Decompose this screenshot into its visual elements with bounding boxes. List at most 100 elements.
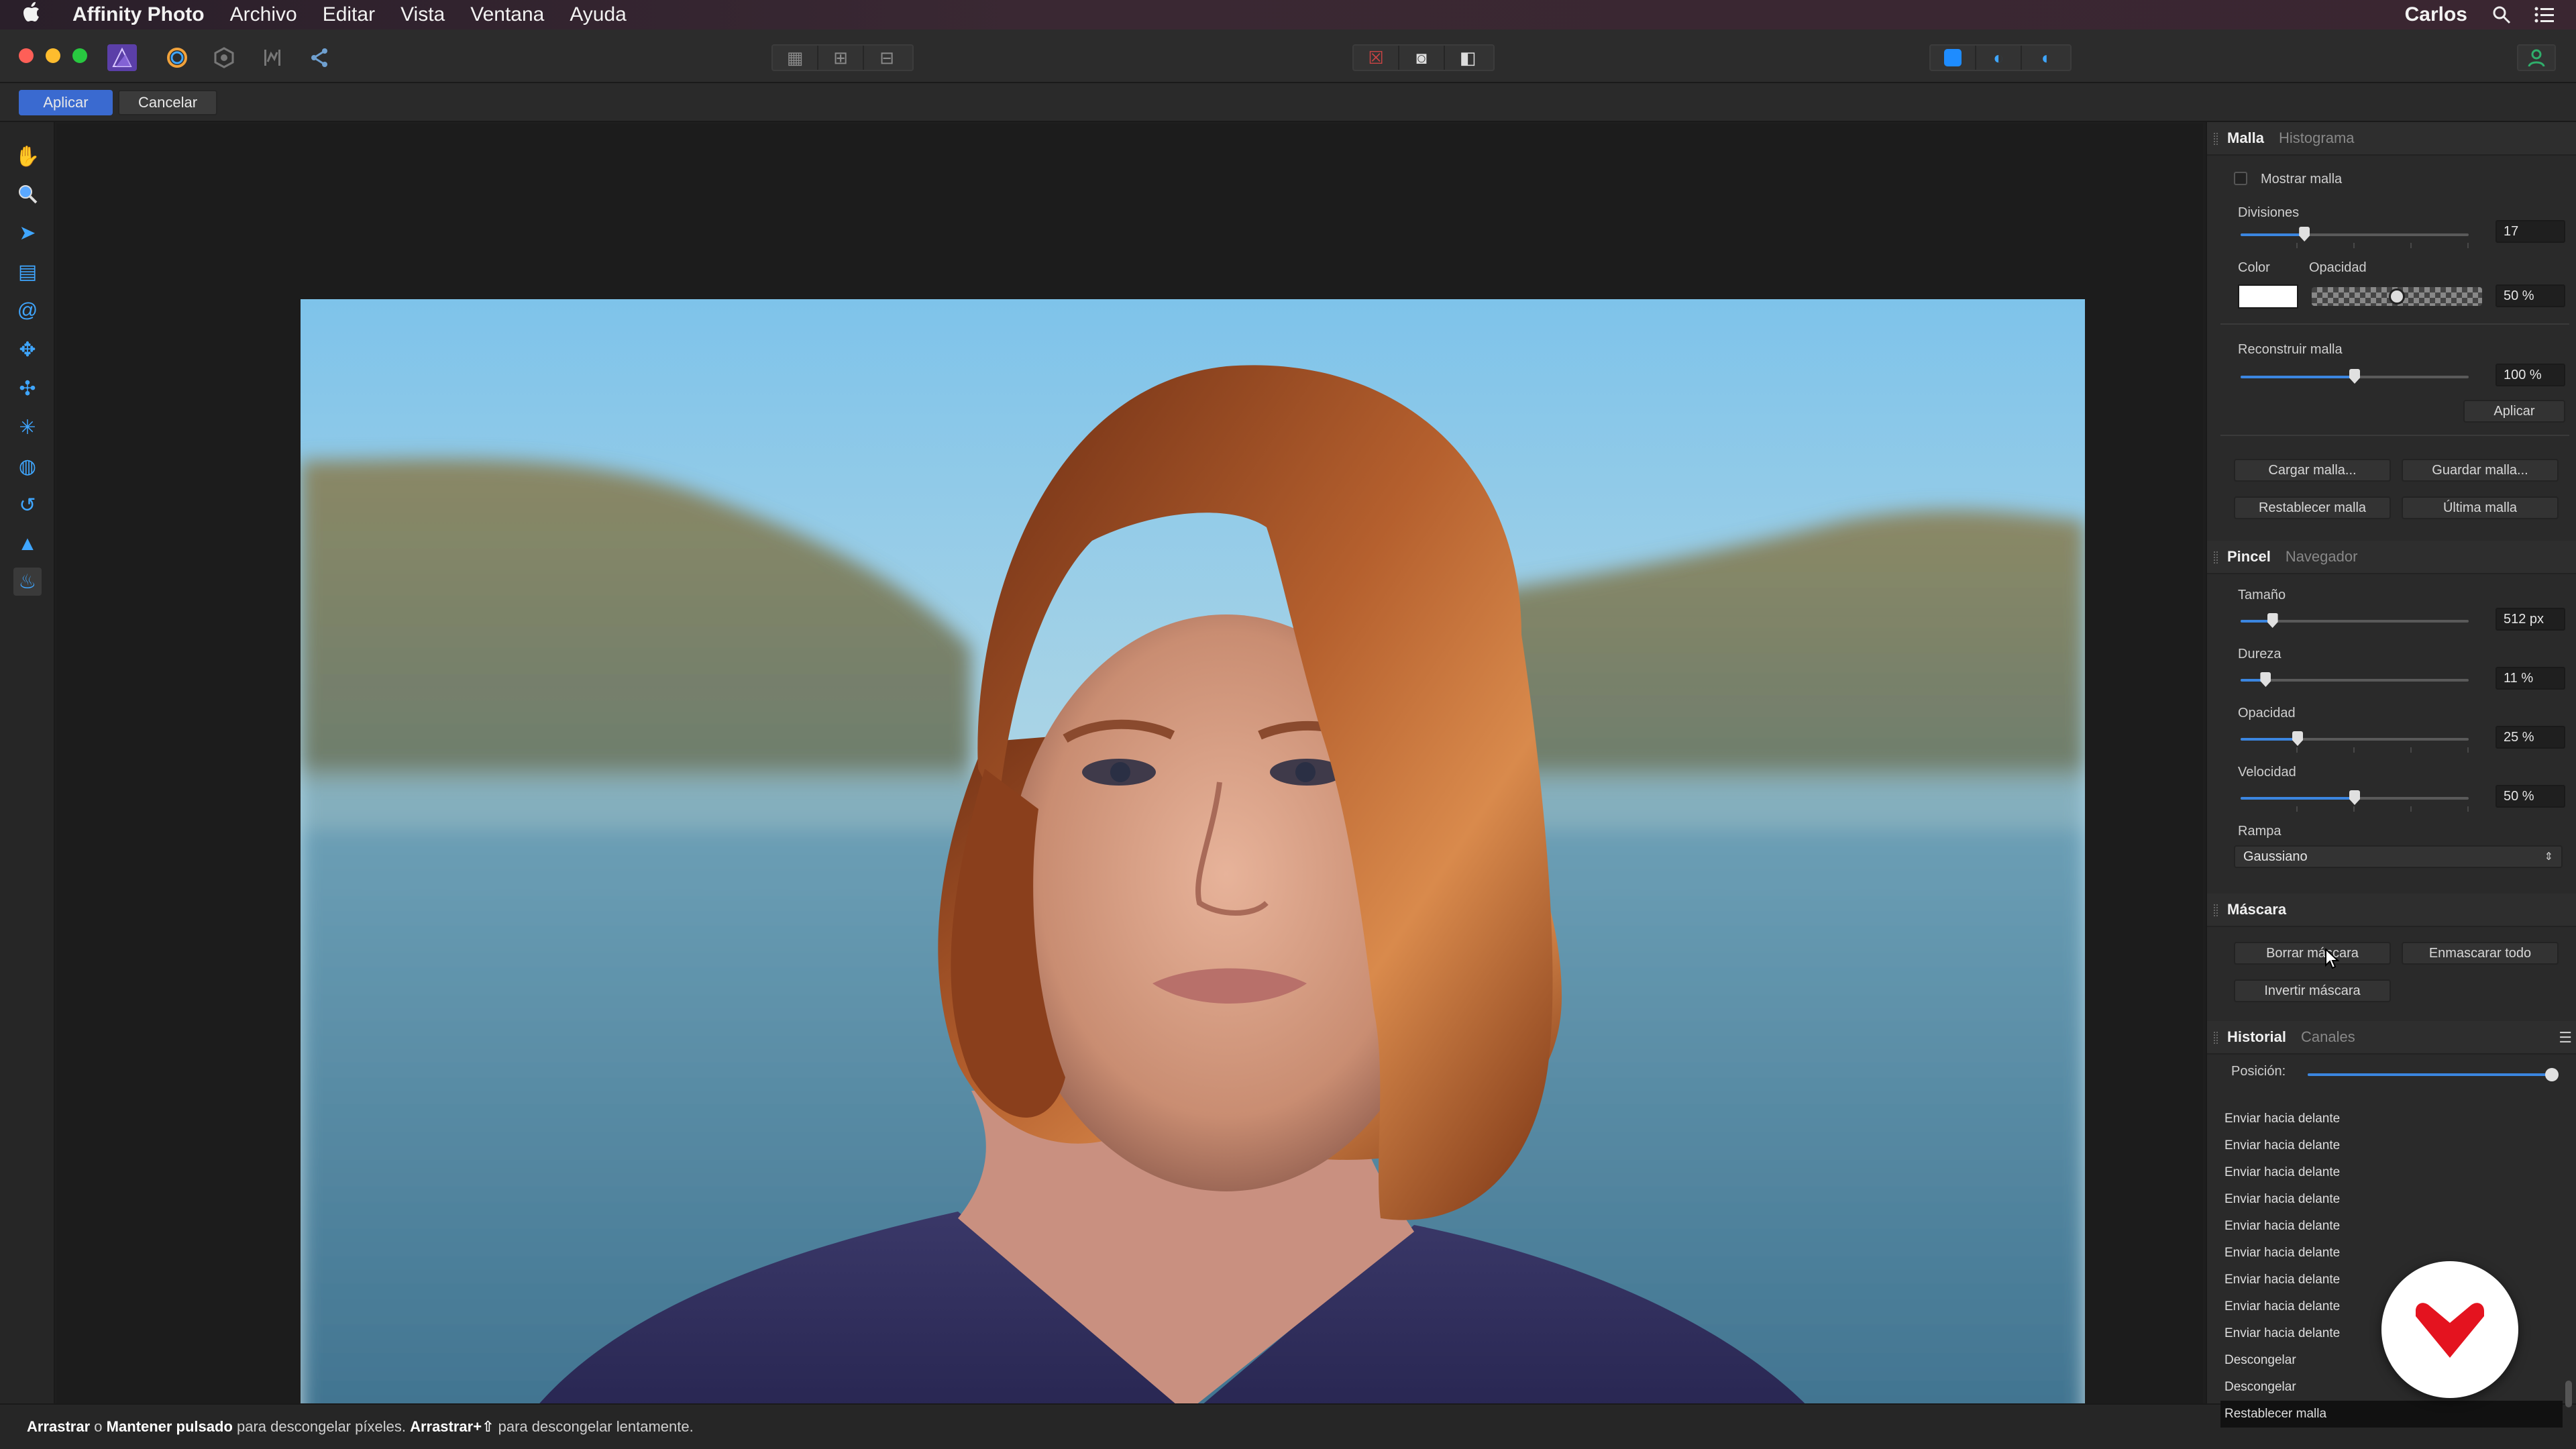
split-view-icon[interactable]: ◐ bbox=[1976, 46, 2022, 70]
canvas-area[interactable] bbox=[56, 123, 2203, 1449]
apple-menu-icon[interactable] bbox=[23, 2, 63, 28]
mirror-view-icon[interactable]: ◖ bbox=[2022, 46, 2068, 70]
quick-mask-icon[interactable]: ◙ bbox=[1399, 46, 1445, 70]
history-item[interactable]: Enviar hacia delante bbox=[2224, 1240, 2560, 1267]
rebuild-apply-button[interactable]: Aplicar bbox=[2463, 400, 2565, 423]
show-mesh-checkbox[interactable] bbox=[2234, 172, 2247, 185]
mesh-color-swatch[interactable] bbox=[2238, 284, 2298, 309]
history-item[interactable]: Enviar hacia delante bbox=[2224, 1106, 2560, 1132]
history-item[interactable]: Enviar hacia delante bbox=[2224, 1159, 2560, 1186]
brush-opacity-slider-knob[interactable] bbox=[2292, 731, 2303, 746]
history-item-selected[interactable]: Restablecer malla bbox=[2220, 1401, 2563, 1428]
develop-persona-icon[interactable] bbox=[209, 44, 239, 71]
brush-hardness-slider[interactable] bbox=[2241, 672, 2469, 687]
panel-grip-icon[interactable] bbox=[2214, 904, 2218, 916]
tab-pincel[interactable]: Pincel bbox=[2227, 548, 2271, 566]
zoom-window-button[interactable] bbox=[72, 48, 87, 63]
brush-speed-slider-knob[interactable] bbox=[2349, 790, 2360, 805]
save-mesh-button[interactable]: Guardar malla... bbox=[2402, 459, 2559, 482]
refine-selection-icon[interactable]: ◧ bbox=[1445, 46, 1491, 70]
minimize-window-button[interactable] bbox=[46, 48, 60, 63]
divisions-value-field[interactable]: 17 bbox=[2496, 220, 2565, 243]
punch-tool-icon[interactable]: ✣ bbox=[13, 374, 42, 402]
turbulence-tool-icon[interactable]: ✳ bbox=[13, 413, 42, 441]
mesh-opacity-value-field[interactable]: 50 % bbox=[2496, 284, 2565, 307]
push-forward-tool-icon[interactable]: ➤ bbox=[13, 219, 42, 247]
apply-button[interactable]: Aplicar bbox=[19, 90, 113, 115]
tab-histograma[interactable]: Histograma bbox=[2279, 129, 2354, 147]
rebuild-slider-knob[interactable] bbox=[2349, 369, 2360, 384]
brush-speed-value-field[interactable]: 50 % bbox=[2496, 785, 2565, 808]
panel-grip-icon[interactable] bbox=[2214, 551, 2218, 564]
pinch-tool-icon[interactable]: ✥ bbox=[13, 335, 42, 364]
panel-menu-icon[interactable]: ☰ bbox=[2559, 1029, 2572, 1046]
panel-grip-icon[interactable] bbox=[2214, 1032, 2218, 1044]
history-item[interactable]: Enviar hacia delante bbox=[2224, 1213, 2560, 1240]
brush-size-slider-knob[interactable] bbox=[2267, 613, 2278, 628]
history-item[interactable]: Enviar hacia delante bbox=[2224, 1186, 2560, 1213]
tab-canales[interactable]: Canales bbox=[2301, 1028, 2355, 1046]
push-left-tool-icon[interactable]: ▤ bbox=[13, 258, 42, 286]
liquify-persona-icon[interactable] bbox=[162, 44, 192, 71]
app-name-menu[interactable]: Affinity Photo bbox=[72, 3, 205, 26]
freeze-tool-icon[interactable]: ▲ bbox=[13, 530, 42, 558]
notification-center-icon[interactable] bbox=[2533, 3, 2556, 26]
tab-malla[interactable]: Malla bbox=[2227, 129, 2264, 147]
hand-tool-icon[interactable]: ✋ bbox=[13, 142, 42, 170]
zoom-tool-icon[interactable] bbox=[13, 180, 42, 208]
brush-hardness-slider-knob[interactable] bbox=[2260, 672, 2271, 687]
history-position-knob[interactable] bbox=[2545, 1068, 2559, 1081]
rebuild-value-field[interactable]: 100 % bbox=[2496, 364, 2565, 386]
menu-ayuda[interactable]: Ayuda bbox=[570, 3, 627, 26]
thaw-tool-icon[interactable]: ♨ bbox=[13, 568, 42, 596]
tone-mapping-persona-icon[interactable] bbox=[258, 44, 287, 71]
spotlight-search-icon[interactable] bbox=[2490, 3, 2513, 26]
history-item[interactable]: Enviar hacia delante bbox=[2224, 1132, 2560, 1159]
brush-size-slider[interactable] bbox=[2241, 613, 2469, 628]
history-item[interactable]: Enviar hacia delante bbox=[2224, 1267, 2560, 1293]
menu-editar[interactable]: Editar bbox=[323, 3, 375, 26]
close-window-button[interactable] bbox=[19, 48, 34, 63]
reconstruct-tool-icon[interactable]: ↺ bbox=[13, 491, 42, 519]
cancel-button[interactable]: Cancelar bbox=[118, 90, 217, 115]
invert-mask-button[interactable]: Invertir máscara bbox=[2234, 979, 2391, 1002]
export-persona-icon[interactable] bbox=[305, 44, 334, 71]
reset-mesh-button[interactable]: Restablecer malla bbox=[2234, 496, 2391, 519]
mesh-clone-tool-icon[interactable]: ◍ bbox=[13, 452, 42, 480]
history-item[interactable]: Descongelar bbox=[2224, 1374, 2560, 1401]
document-photo[interactable] bbox=[301, 299, 2085, 1449]
deselect-icon[interactable]: ☒ bbox=[1354, 46, 1399, 70]
brush-opacity-slider[interactable] bbox=[2241, 731, 2469, 753]
single-view-icon[interactable] bbox=[1931, 46, 1976, 70]
rebuild-slider[interactable] bbox=[2241, 369, 2469, 384]
panel-grip-icon[interactable] bbox=[2214, 133, 2218, 145]
assistant-icon[interactable] bbox=[2517, 44, 2556, 71]
menu-archivo[interactable]: Archivo bbox=[230, 3, 297, 26]
brush-hardness-value-field[interactable]: 11 % bbox=[2496, 667, 2565, 690]
grid-snap-icon[interactable]: ▦ bbox=[773, 46, 818, 70]
tab-historial[interactable]: Historial bbox=[2227, 1028, 2286, 1046]
ramp-select[interactable]: Gaussiano ⇕ bbox=[2234, 845, 2563, 868]
tab-navegador[interactable]: Navegador bbox=[2286, 548, 2358, 566]
mask-all-button[interactable]: Enmascarar todo bbox=[2402, 942, 2559, 965]
menu-vista[interactable]: Vista bbox=[400, 3, 445, 26]
clear-mask-button[interactable]: Borrar máscara bbox=[2234, 942, 2391, 965]
twirl-tool-icon[interactable]: @ bbox=[13, 297, 42, 325]
divisions-slider-knob[interactable] bbox=[2299, 227, 2310, 241]
load-mesh-button[interactable]: Cargar malla... bbox=[2234, 459, 2391, 482]
brush-speed-slider[interactable] bbox=[2241, 790, 2469, 812]
divisions-slider[interactable] bbox=[2241, 227, 2469, 248]
menu-ventana[interactable]: Ventana bbox=[470, 3, 544, 26]
mesh-opacity-slider[interactable] bbox=[2312, 287, 2482, 306]
brush-size-value-field[interactable]: 512 px bbox=[2496, 608, 2565, 631]
photo-persona-icon[interactable] bbox=[107, 44, 137, 71]
show-mesh-label: Mostrar malla bbox=[2261, 172, 2343, 186]
history-scrollbar[interactable] bbox=[2565, 1381, 2572, 1407]
grid-align-icon[interactable]: ⊟ bbox=[864, 46, 910, 70]
mesh-opacity-knob[interactable] bbox=[2389, 288, 2405, 305]
user-menu[interactable]: Carlos bbox=[2405, 3, 2467, 26]
grid-insert-icon[interactable]: ⊞ bbox=[818, 46, 864, 70]
history-position-slider[interactable] bbox=[2308, 1068, 2559, 1081]
last-mesh-button[interactable]: Última malla bbox=[2402, 496, 2559, 519]
brush-opacity-value-field[interactable]: 25 % bbox=[2496, 726, 2565, 749]
